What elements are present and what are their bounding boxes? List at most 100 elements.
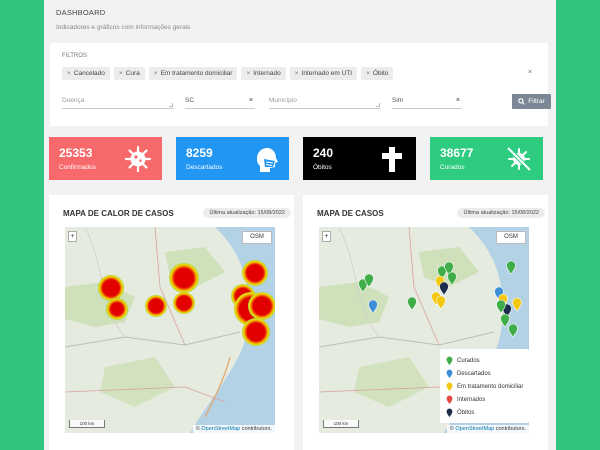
- chip-label: Cancelado: [73, 70, 105, 77]
- legend-label: Curados: [457, 357, 480, 364]
- chip-internado[interactable]: × Internado: [241, 67, 286, 80]
- map-legend: Curados Descartados Em tratamento domici…: [440, 349, 529, 423]
- chip-remove-icon[interactable]: ×: [67, 70, 71, 77]
- map-pin-icon: [446, 382, 453, 391]
- legend-item-descartados: Descartados: [446, 367, 529, 380]
- stat-value: 25353: [59, 146, 93, 160]
- chip-remove-icon[interactable]: ×: [154, 70, 158, 77]
- city-placeholder: Município: [269, 97, 297, 104]
- heat-spot: [248, 292, 275, 320]
- caret-icon: [376, 103, 380, 107]
- map-pin-icon: [446, 395, 453, 404]
- chip-label: Em tratamento domiciliar: [160, 70, 233, 77]
- filters-label: FILTROS: [62, 53, 87, 59]
- map-scale: 100 km: [323, 420, 359, 428]
- stat-label: Confirmados: [59, 164, 96, 171]
- stat-confirmados: 25353 Confirmados: [49, 137, 162, 180]
- attrib-suffix: contributors.: [494, 426, 526, 432]
- map-attribution: © OpenStreetMap contributors.: [192, 425, 275, 433]
- main-content: DASHBOARD Indicadores e gráficos com inf…: [44, 0, 556, 450]
- heat-spot: [145, 295, 167, 317]
- stat-descartados: 8259 Descartados: [176, 137, 289, 180]
- osm-link[interactable]: OpenStreetMap: [455, 426, 494, 432]
- chip-label: Internado em UTI: [301, 70, 353, 77]
- map-pin-icon: [446, 369, 453, 378]
- legend-item-internados: Internados: [446, 393, 529, 406]
- legend-label: Em tratamento domiciliar: [457, 383, 524, 390]
- page-header: DASHBOARD Indicadores e gráficos com inf…: [56, 8, 190, 31]
- chip-tratamento-domiciliar[interactable]: × Em tratamento domiciliar: [148, 67, 238, 80]
- heatmap-map[interactable]: + OSM 100 km © OpenStreetMap contributor…: [65, 227, 275, 433]
- heat-spot: [106, 298, 128, 320]
- chip-remove-icon[interactable]: ×: [295, 70, 299, 77]
- cases-map[interactable]: + OSM Curados Descartados Em tratamento …: [319, 227, 529, 433]
- casesmap-title: MAPA DE CASOS: [317, 209, 384, 218]
- chip-obito[interactable]: × Óbito: [361, 67, 394, 80]
- stat-value: 8259: [186, 146, 213, 160]
- map-pin-icon: [446, 408, 453, 417]
- page-title: DASHBOARD: [56, 8, 106, 17]
- virus-icon: [124, 145, 152, 173]
- chip-cancelado[interactable]: × Cancelado: [62, 67, 110, 80]
- clear-flag-icon[interactable]: ×: [456, 97, 460, 104]
- osm-link[interactable]: OpenStreetMap: [201, 426, 240, 432]
- heat-spot: [173, 292, 195, 314]
- chip-remove-icon[interactable]: ×: [366, 70, 370, 77]
- stat-label: Descartados: [186, 164, 223, 171]
- clear-state-icon[interactable]: ×: [249, 97, 253, 104]
- flag-select[interactable]: Sim ×: [392, 95, 462, 109]
- chip-label: Internado: [253, 70, 281, 77]
- caret-icon: [169, 103, 173, 107]
- casesmap-card: MAPA DE CASOS Última atualização: 15/08/…: [303, 195, 548, 450]
- filter-button[interactable]: Filtrar: [512, 94, 551, 109]
- heat-spot: [98, 275, 124, 301]
- crossed-virus-icon: [506, 146, 532, 172]
- chip-cura[interactable]: × Cura: [113, 67, 145, 80]
- stat-label: Curados: [440, 164, 465, 171]
- chip-label: Cura: [125, 70, 140, 77]
- legend-item-tratamento: Em tratamento domiciliar: [446, 380, 529, 393]
- zoom-in-button[interactable]: +: [68, 231, 77, 242]
- attrib-suffix: contributors.: [240, 426, 272, 432]
- disease-placeholder: Doença: [62, 97, 85, 104]
- stat-value: 38677: [440, 146, 474, 160]
- map-attribution: © OpenStreetMap contributors.: [446, 425, 529, 433]
- chip-remove-icon[interactable]: ×: [246, 70, 250, 77]
- chip-internado-uti[interactable]: × Internado em UTI: [289, 67, 358, 80]
- chip-remove-icon[interactable]: ×: [119, 70, 123, 77]
- osm-layer-toggle[interactable]: OSM: [496, 231, 526, 244]
- heatmap-updated-badge: Última atualização: 15/08/2022: [203, 208, 291, 218]
- heatmap-title: MAPA DE CALOR DE CASOS: [63, 209, 174, 218]
- state-select[interactable]: SC ×: [185, 95, 255, 109]
- legend-item-obitos: Óbitos: [446, 406, 529, 419]
- page-subtitle: Indicadores e gráficos com informações g…: [56, 24, 191, 31]
- filter-button-label: Filtrar: [528, 98, 545, 105]
- heat-spot: [242, 318, 270, 346]
- legend-label: Óbitos: [457, 409, 475, 416]
- legend-label: Descartados: [457, 370, 491, 377]
- stat-value: 240: [313, 146, 334, 160]
- casesmap-updated-badge: Última atualização: 15/08/2022: [457, 208, 545, 218]
- heatmap-card: MAPA DE CALOR DE CASOS Última atualizaçã…: [49, 195, 294, 450]
- heat-spot: [242, 260, 268, 286]
- osm-layer-toggle[interactable]: OSM: [242, 231, 272, 244]
- map-pin-icon: [446, 356, 453, 365]
- status-chips: × Cancelado × Cura × Em tratamento domicili…: [62, 67, 394, 80]
- legend-item-curados: Curados: [446, 354, 529, 367]
- search-icon: [518, 98, 525, 105]
- state-value: SC: [185, 97, 195, 104]
- filters-panel: FILTROS × Cancelado × Cura × Em tratamento …: [50, 43, 551, 126]
- map-scale: 100 km: [69, 420, 105, 428]
- heat-spot: [169, 263, 199, 293]
- chip-label: Óbito: [372, 70, 389, 77]
- zoom-in-button[interactable]: +: [322, 231, 331, 242]
- legend-label: Internados: [457, 396, 486, 403]
- disease-select[interactable]: Doença: [62, 95, 174, 109]
- masked-head-icon: [257, 148, 278, 172]
- stat-obitos: 240 Óbitos: [303, 137, 416, 180]
- clear-chips-icon[interactable]: ×: [528, 69, 532, 76]
- city-select[interactable]: Município: [269, 95, 381, 109]
- stat-label: Óbitos: [313, 164, 332, 171]
- cross-icon: [382, 147, 402, 172]
- stat-curados: 38677 Curados: [430, 137, 543, 180]
